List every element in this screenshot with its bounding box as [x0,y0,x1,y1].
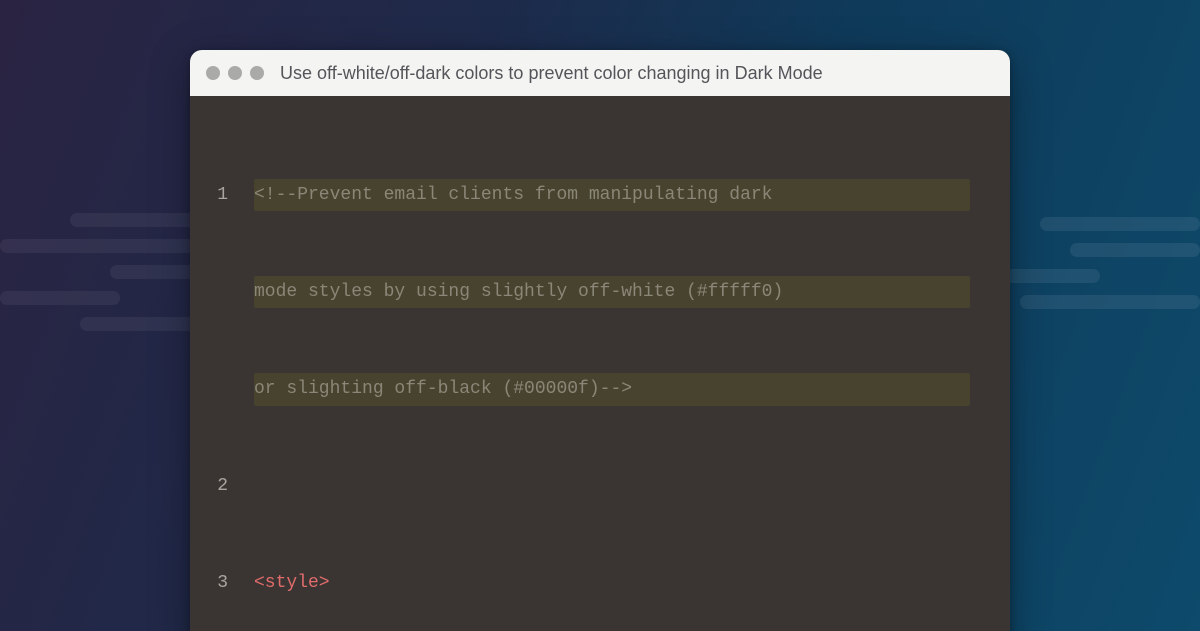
code-content: mode styles by using slightly off-white … [254,276,970,308]
code-line: mode styles by using slightly off-white … [190,276,982,308]
close-icon[interactable] [206,66,220,80]
line-number: 1 [190,179,254,211]
window-titlebar: Use off-white/off-dark colors to prevent… [190,50,1010,96]
code-content: <style> [254,567,982,599]
code-content: <!--Prevent email clients from manipulat… [254,179,970,211]
line-number: 3 [190,567,254,599]
code-line: 2 [190,470,982,502]
code-window: Use off-white/off-dark colors to prevent… [190,50,1010,631]
window-title: Use off-white/off-dark colors to prevent… [280,63,823,84]
code-content: or slighting off-black (#00000f)--> [254,373,970,405]
code-editor[interactable]: 1 <!--Prevent email clients from manipul… [190,96,1010,631]
code-content [254,470,982,502]
line-number: 2 [190,470,254,502]
code-line: 1 <!--Prevent email clients from manipul… [190,179,982,211]
code-line: or slighting off-black (#00000f)--> [190,373,982,405]
zoom-icon[interactable] [250,66,264,80]
line-number [190,276,254,308]
window-controls [206,66,264,80]
line-number [190,373,254,405]
minimize-icon[interactable] [228,66,242,80]
code-line: 3 <style> [190,567,982,599]
